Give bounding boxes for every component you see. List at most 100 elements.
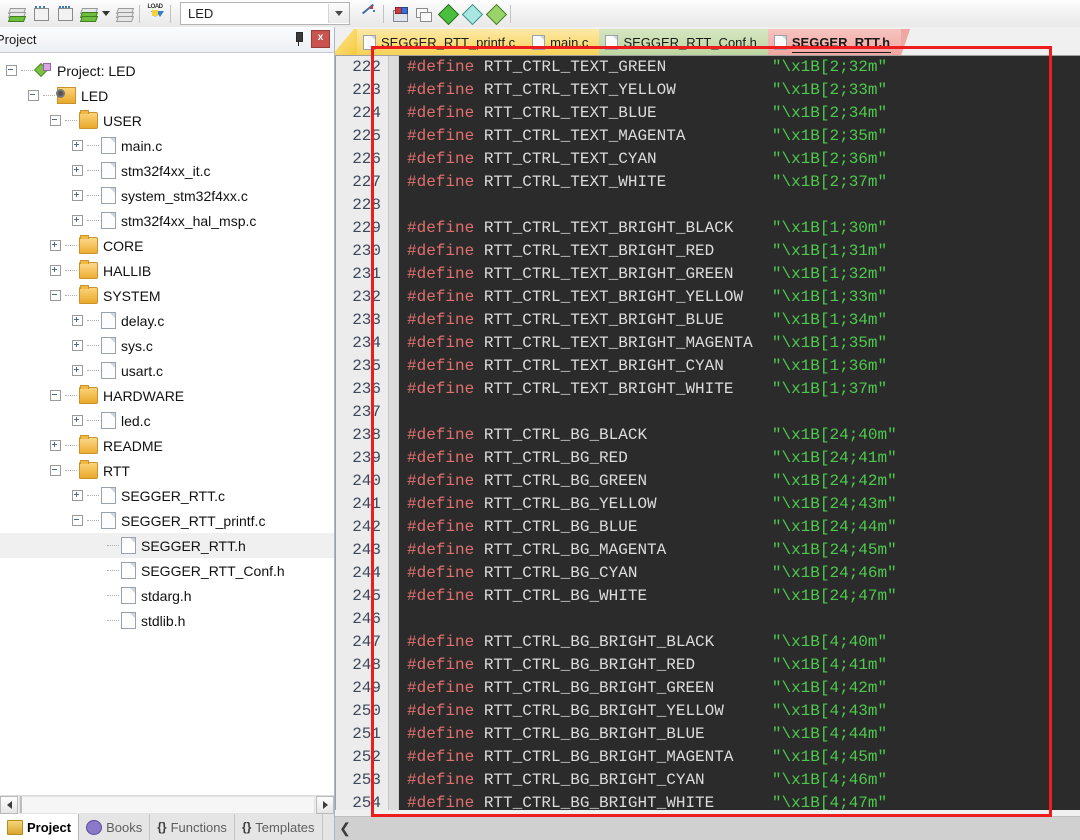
expander-plus-icon[interactable] [72, 315, 83, 326]
expander-minus-icon[interactable] [50, 115, 61, 126]
expander-plus-icon[interactable] [72, 140, 83, 151]
batch-build-icon[interactable] [76, 2, 100, 26]
tree-item[interactable]: SEGGER_RTT.c [0, 483, 334, 508]
tree-item[interactable]: Project: LED [0, 58, 334, 83]
code-line[interactable]: #define RTT_CTRL_BG_WHITE "\x1B[24;47m" [407, 585, 1080, 608]
tree-item[interactable]: CORE [0, 233, 334, 258]
expander-plus-icon[interactable] [72, 415, 83, 426]
build-target-icon[interactable] [28, 2, 52, 26]
expander-minus-icon[interactable] [50, 465, 61, 476]
chevron-left-icon[interactable]: ❮ [335, 820, 355, 837]
tree-item[interactable]: HALLIB [0, 258, 334, 283]
code-editor[interactable]: 222 223 224 225 226 227 228 229 230 231 232 233 234 2… [335, 55, 1080, 810]
code-line[interactable]: #define RTT_CTRL_BG_BRIGHT_CYAN "\x1B[4;… [407, 769, 1080, 792]
panel-tab-functions[interactable]: {} Functions [150, 814, 235, 840]
code-line[interactable] [407, 608, 1080, 631]
chevron-down-icon[interactable] [328, 4, 349, 23]
code-line[interactable]: #define RTT_CTRL_TEXT_GREEN "\x1B[2;32m" [407, 56, 1080, 79]
project-target-selector[interactable]: LED [180, 2, 350, 25]
pack-installer-icon[interactable] [459, 2, 483, 26]
code-line[interactable]: #define RTT_CTRL_BG_BRIGHT_YELLOW "\x1B[… [407, 700, 1080, 723]
panel-tab-templates[interactable]: {} Templates [235, 814, 323, 840]
expander-plus-icon[interactable] [50, 240, 61, 251]
close-icon[interactable]: x [311, 30, 330, 48]
arrow-left-icon[interactable] [0, 796, 18, 814]
code-line[interactable]: #define RTT_CTRL_BG_MAGENTA "\x1B[24;45m… [407, 539, 1080, 562]
project-tree[interactable]: Project: LED LED USER main.c stm32f4xx_it.c s… [0, 53, 334, 793]
expander-plus-icon[interactable] [72, 490, 83, 501]
expander-minus-icon[interactable] [72, 515, 83, 526]
tree-item[interactable]: sys.c [0, 333, 334, 358]
code-line[interactable] [407, 401, 1080, 424]
load-icon[interactable]: LOAD [143, 2, 167, 26]
tree-item[interactable]: stm32f4xx_hal_msp.c [0, 208, 334, 233]
tree-item[interactable]: LED [0, 83, 334, 108]
code-line[interactable]: #define RTT_CTRL_TEXT_BRIGHT_GREEN "\x1B… [407, 263, 1080, 286]
code-line[interactable]: #define RTT_CTRL_BG_BRIGHT_BLACK "\x1B[4… [407, 631, 1080, 654]
code-line[interactable]: #define RTT_CTRL_BG_RED "\x1B[24;41m" [407, 447, 1080, 470]
expander-plus-icon[interactable] [50, 265, 61, 276]
code-line[interactable]: #define RTT_CTRL_BG_CYAN "\x1B[24;46m" [407, 562, 1080, 585]
expander-plus-icon[interactable] [72, 165, 83, 176]
project-tree-hscrollbar[interactable] [0, 795, 334, 814]
tree-item[interactable]: SEGGER_RTT_printf.c [0, 508, 334, 533]
tree-item[interactable]: HARDWARE [0, 383, 334, 408]
code-content[interactable]: #define RTT_CTRL_TEXT_GREEN "\x1B[2;32m"… [399, 56, 1080, 810]
code-line[interactable]: #define RTT_CTRL_BG_BLACK "\x1B[24;40m" [407, 424, 1080, 447]
manage-windows-icon[interactable] [411, 2, 435, 26]
code-line[interactable]: #define RTT_CTRL_TEXT_BRIGHT_BLACK "\x1B… [407, 217, 1080, 240]
expander-plus-icon[interactable] [72, 365, 83, 376]
tree-item[interactable]: stdlib.h [0, 608, 334, 633]
tree-item[interactable]: SEGGER_RTT.h [0, 533, 334, 558]
code-line[interactable] [407, 194, 1080, 217]
code-line[interactable]: #define RTT_CTRL_BG_BRIGHT_BLUE "\x1B[4;… [407, 723, 1080, 746]
tree-item[interactable]: main.c [0, 133, 334, 158]
code-line[interactable]: #define RTT_CTRL_TEXT_CYAN "\x1B[2;36m" [407, 148, 1080, 171]
code-line[interactable]: #define RTT_CTRL_BG_BRIGHT_WHITE "\x1B[4… [407, 792, 1080, 810]
tree-item[interactable]: led.c [0, 408, 334, 433]
code-line[interactable]: #define RTT_CTRL_TEXT_BRIGHT_YELLOW "\x1… [407, 286, 1080, 309]
code-line[interactable]: #define RTT_CTRL_TEXT_BRIGHT_WHITE "\x1B… [407, 378, 1080, 401]
editor-tab[interactable]: SEGGER_RTT.h [767, 29, 911, 55]
code-line[interactable]: #define RTT_CTRL_TEXT_BRIGHT_BLUE "\x1B[… [407, 309, 1080, 332]
expander-plus-icon[interactable] [72, 340, 83, 351]
editor-tab[interactable]: main.c [526, 29, 609, 55]
pin-icon[interactable] [292, 31, 305, 47]
code-line[interactable]: #define RTT_CTRL_TEXT_BRIGHT_MAGENTA "\x… [407, 332, 1080, 355]
project-panel-tabs[interactable]: Project Books{} Functions{} Templates [0, 814, 334, 840]
code-line[interactable]: #define RTT_CTRL_TEXT_YELLOW "\x1B[2;33m… [407, 79, 1080, 102]
code-line[interactable]: #define RTT_CTRL_TEXT_MAGENTA "\x1B[2;35… [407, 125, 1080, 148]
code-line[interactable]: #define RTT_CTRL_TEXT_BRIGHT_CYAN "\x1B[… [407, 355, 1080, 378]
code-line[interactable]: #define RTT_CTRL_BG_BRIGHT_RED "\x1B[4;4… [407, 654, 1080, 677]
code-line[interactable]: #define RTT_CTRL_BG_BLUE "\x1B[24;44m" [407, 516, 1080, 539]
tree-item[interactable]: SEGGER_RTT_Conf.h [0, 558, 334, 583]
editor-tab[interactable]: SEGGER_RTT_Conf.h [599, 29, 777, 55]
tree-item[interactable]: SYSTEM [0, 283, 334, 308]
expander-plus-icon[interactable] [72, 190, 83, 201]
expander-minus-icon[interactable] [50, 390, 61, 401]
code-line[interactable]: #define RTT_CTRL_BG_YELLOW "\x1B[24;43m" [407, 493, 1080, 516]
panel-tab-books[interactable]: Books [79, 814, 151, 840]
panel-tab-project[interactable]: Project [0, 814, 80, 840]
hscroll-track[interactable] [19, 796, 315, 814]
code-line[interactable]: #define RTT_CTRL_TEXT_WHITE "\x1B[2;37m" [407, 171, 1080, 194]
build-icon[interactable] [4, 2, 28, 26]
tree-item[interactable]: usart.c [0, 358, 334, 383]
tree-item[interactable]: system_stm32f4xx.c [0, 183, 334, 208]
editor-tabstrip[interactable]: SEGGER_RTT_printf.c main.c SEGGER_RTT_Conf… [335, 28, 911, 55]
expander-minus-icon[interactable] [6, 65, 17, 76]
tree-item[interactable]: USER [0, 108, 334, 133]
code-line[interactable]: #define RTT_CTRL_BG_GREEN "\x1B[24;42m" [407, 470, 1080, 493]
manage-run-time-env-icon[interactable] [483, 2, 507, 26]
code-line[interactable]: #define RTT_CTRL_TEXT_BLUE "\x1B[2;34m" [407, 102, 1080, 125]
editor-tab[interactable]: SEGGER_RTT_printf.c [357, 29, 536, 55]
code-line[interactable]: #define RTT_CTRL_BG_BRIGHT_MAGENTA "\x1B… [407, 746, 1080, 769]
tree-item[interactable]: RTT [0, 458, 334, 483]
breakpoint-margin[interactable] [388, 56, 398, 810]
expander-minus-icon[interactable] [28, 90, 39, 101]
editor-bottom-scroll[interactable]: ❮ [335, 816, 1080, 840]
expander-minus-icon[interactable] [50, 290, 61, 301]
stop-build-icon[interactable] [112, 2, 136, 26]
code-line[interactable]: #define RTT_CTRL_BG_BRIGHT_GREEN "\x1B[4… [407, 677, 1080, 700]
batch-build-dropdown-icon[interactable] [100, 2, 112, 26]
